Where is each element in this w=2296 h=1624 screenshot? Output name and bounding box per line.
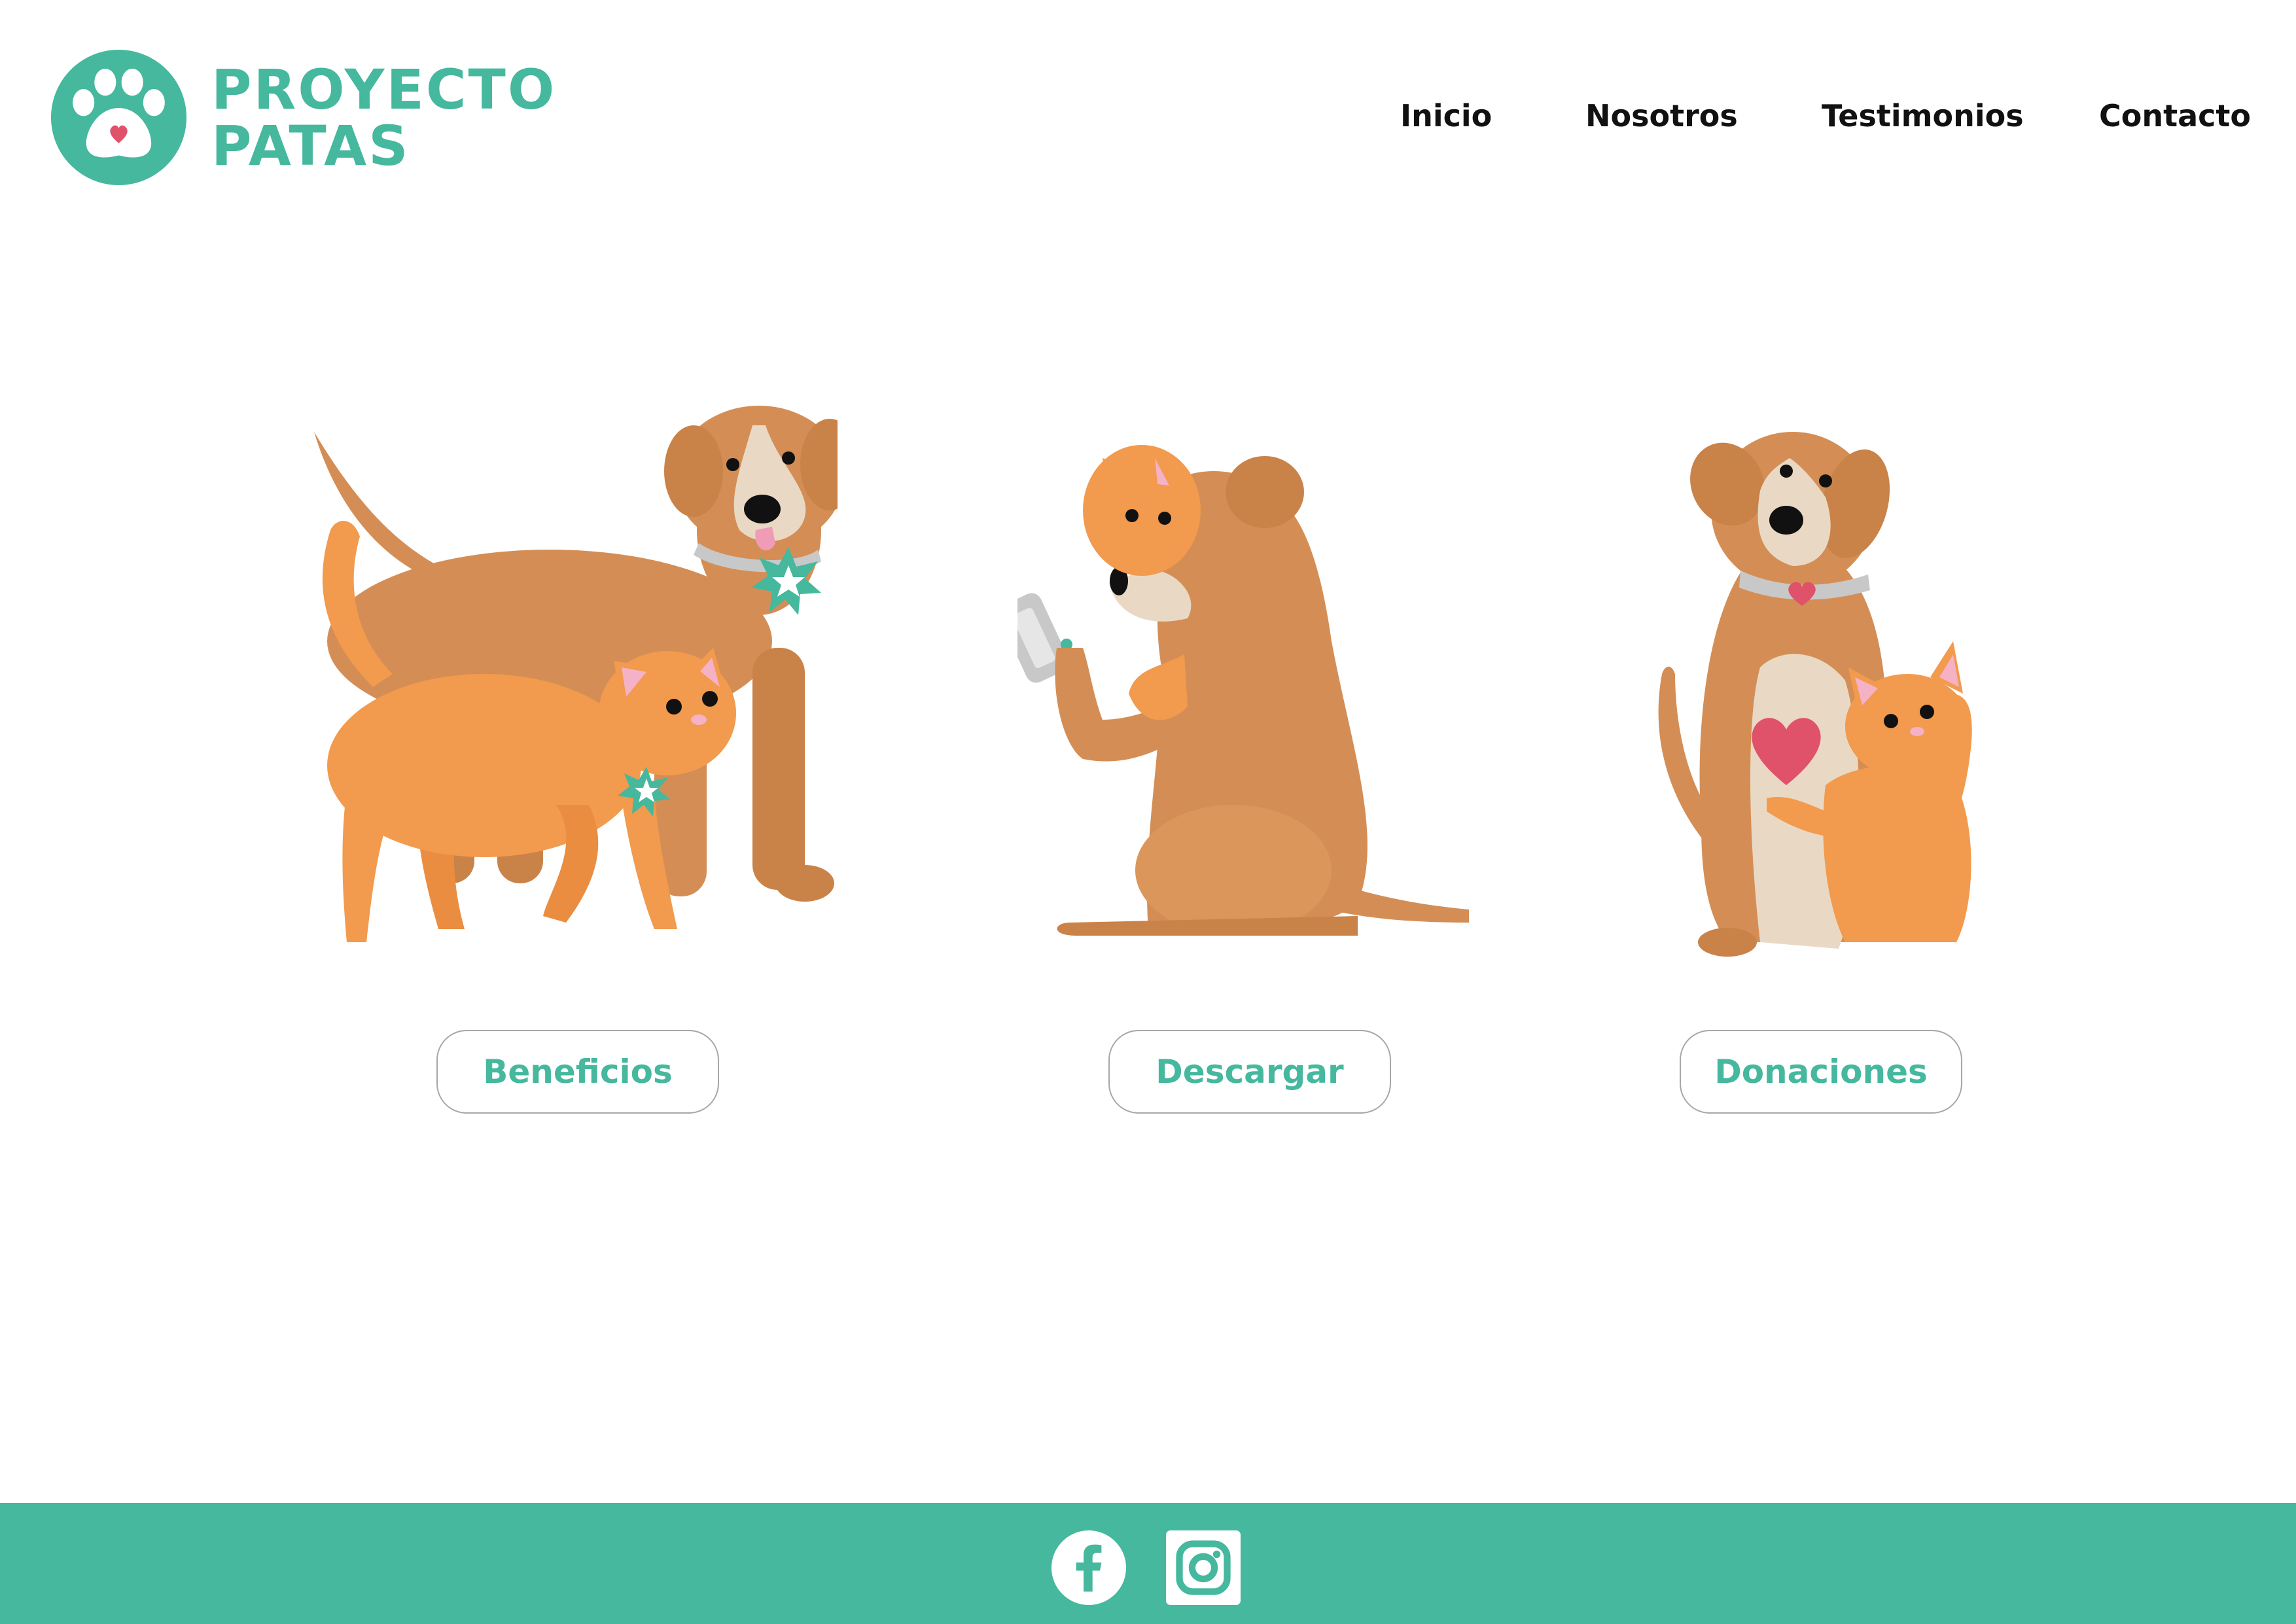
footer — [0, 1503, 2296, 1624]
benefits-button[interactable]: Beneficios — [436, 1030, 719, 1114]
nav-testimonios[interactable]: Testimonios — [1822, 98, 2024, 133]
nav-inicio[interactable]: Inicio — [1400, 98, 1492, 133]
instagram-icon[interactable] — [1166, 1530, 1241, 1605]
facebook-icon[interactable] — [1051, 1530, 1126, 1605]
dog-and-cat-standing-illustration — [314, 406, 838, 942]
nav-nosotros[interactable]: Nosotros — [1585, 98, 1738, 133]
dog-and-cat-with-heart-illustration — [1658, 432, 1972, 957]
main-nav: Inicio Nosotros Testimonios Contacto — [0, 98, 2296, 144]
donations-button[interactable]: Donaciones — [1680, 1030, 1962, 1114]
nav-contacto[interactable]: Contacto — [2099, 98, 2251, 133]
cat-and-dog-with-phone-illustration — [1017, 445, 1469, 936]
download-button[interactable]: Descargar — [1108, 1030, 1391, 1114]
